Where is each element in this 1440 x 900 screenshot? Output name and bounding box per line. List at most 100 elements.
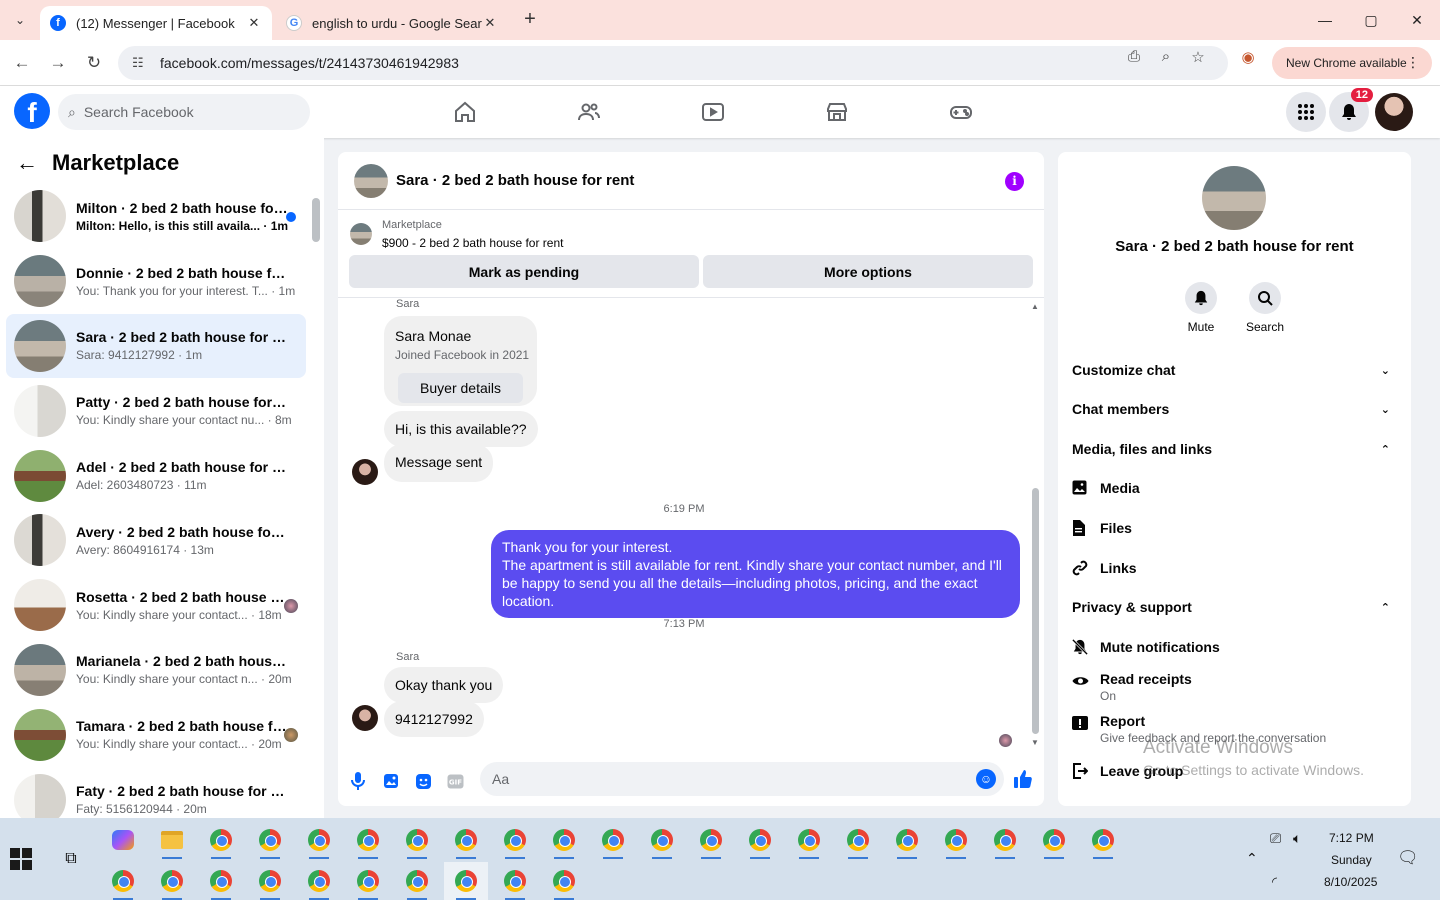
new-chrome-available-button[interactable]: New Chrome available ⋮ <box>1272 47 1432 79</box>
read-receipts-item[interactable]: Read receipts On <box>1072 671 1398 703</box>
nav-gaming-icon[interactable] <box>939 96 983 128</box>
profile-icon[interactable]: ◉ <box>1238 48 1258 68</box>
zoom-icon[interactable]: ⌕ <box>1156 48 1176 68</box>
chrome-icon[interactable] <box>934 821 978 859</box>
microphone-icon[interactable] <box>347 770 369 792</box>
chat-scrollbar[interactable] <box>1032 488 1039 734</box>
sender-avatar[interactable] <box>352 705 378 731</box>
network-device-icon[interactable]: ⎚ <box>1270 830 1281 847</box>
files-item[interactable]: Files <box>1072 520 1398 540</box>
install-app-icon[interactable]: ⎙ <box>1124 48 1144 68</box>
chrome-icon[interactable] <box>101 862 145 900</box>
tab-messenger[interactable]: f (12) Messenger | Facebook ✕ <box>40 6 272 40</box>
tab-google-search[interactable]: G english to urdu - Google Search ✕ <box>276 6 508 40</box>
chrome-icon[interactable] <box>836 821 880 859</box>
facebook-search-input[interactable]: ⌕ Search Facebook <box>58 94 310 130</box>
tab-search-button[interactable]: ⌄ <box>8 8 32 32</box>
chrome-icon[interactable] <box>395 821 439 859</box>
nav-home-icon[interactable] <box>443 96 487 128</box>
menu-grid-icon[interactable] <box>1286 92 1326 132</box>
sticker-icon[interactable] <box>412 770 434 792</box>
incoming-message[interactable]: 9412127992 <box>384 701 484 737</box>
listing-thumbnail[interactable] <box>350 223 372 245</box>
wifi-icon[interactable]: ◜ <box>1272 874 1277 890</box>
chrome-icon[interactable] <box>787 821 831 859</box>
conversation-adel[interactable]: Adel · 2 bed 2 bath house for rent Adel: … <box>6 443 306 508</box>
clock-time[interactable]: 7:12 PM <box>1329 831 1374 845</box>
outgoing-message[interactable]: Thank you for your interest. The apartme… <box>491 530 1020 618</box>
chrome-icon[interactable] <box>640 821 684 859</box>
maximize-button[interactable]: ▢ <box>1348 0 1394 40</box>
conversation-patty[interactable]: Patty · 2 bed 2 bath house for rent You: … <box>6 378 306 443</box>
listing-avatar[interactable] <box>1202 166 1266 230</box>
scroll-up-arrow-icon[interactable]: ▲ <box>1031 302 1039 311</box>
gif-icon[interactable]: GIF <box>444 770 466 792</box>
mark-as-pending-button[interactable]: Mark as pending <box>349 255 699 288</box>
conversation-donnie[interactable]: Donnie · 2 bed 2 bath house for rent You:… <box>6 249 306 314</box>
conversation-avery[interactable]: Avery · 2 bed 2 bath house for rent Avery… <box>6 508 306 573</box>
mute-button[interactable]: Mute <box>1171 282 1231 334</box>
conversation-rosetta[interactable]: Rosetta · 2 bed 2 bath house for rent You… <box>6 573 306 638</box>
chat-avatar[interactable] <box>354 163 388 198</box>
incoming-message[interactable]: Okay thank you <box>384 667 504 703</box>
incoming-message[interactable]: Message sent <box>384 444 494 482</box>
chrome-icon[interactable] <box>493 862 537 900</box>
bookmark-star-icon[interactable]: ☆ <box>1188 48 1208 68</box>
omnibox[interactable]: ☷ facebook.com/messages/t/24143730461942… <box>118 46 1228 80</box>
facebook-logo-icon[interactable]: f <box>14 93 50 129</box>
chat-members-row[interactable]: Chat members ⌄ <box>1072 401 1398 417</box>
copilot-icon[interactable] <box>101 821 145 859</box>
chrome-icon[interactable] <box>738 821 782 859</box>
chrome-icon[interactable] <box>297 821 341 859</box>
chrome-icon[interactable] <box>591 821 635 859</box>
chrome-icon[interactable] <box>542 821 586 859</box>
nav-marketplace-icon[interactable] <box>815 96 859 128</box>
conversation-info-icon[interactable]: i <box>1005 172 1024 191</box>
chrome-icon[interactable] <box>885 821 929 859</box>
task-view-icon[interactable]: ⧉ <box>58 846 84 872</box>
chrome-icon[interactable] <box>248 821 292 859</box>
minimize-button[interactable]: — <box>1302 0 1348 40</box>
customize-chat-row[interactable]: Customize chat ⌄ <box>1072 362 1398 378</box>
chrome-icon[interactable] <box>150 862 194 900</box>
chrome-icon[interactable] <box>248 862 292 900</box>
photo-icon[interactable] <box>380 770 402 792</box>
mute-notifications-item[interactable]: Mute notifications <box>1071 638 1398 659</box>
account-avatar[interactable] <box>1375 93 1413 131</box>
file-explorer-icon[interactable] <box>150 821 194 859</box>
chrome-icon[interactable] <box>444 862 488 900</box>
close-window-button[interactable]: ✕ <box>1394 0 1440 40</box>
windows-start-icon[interactable] <box>10 848 34 872</box>
chevron-up-icon[interactable]: ⌃ <box>1246 850 1258 867</box>
reload-button[interactable]: ↻ <box>82 51 106 75</box>
clock-day[interactable]: Sunday <box>1331 853 1372 867</box>
chrome-icon[interactable] <box>1032 821 1076 859</box>
more-options-button[interactable]: More options <box>703 255 1033 288</box>
chrome-icon[interactable] <box>1081 821 1125 859</box>
sender-avatar[interactable] <box>352 459 378 485</box>
media-item[interactable]: Media <box>1072 480 1398 499</box>
nav-friends-icon[interactable] <box>567 96 611 128</box>
media-files-links-row[interactable]: Media, files and links ⌃ <box>1072 441 1398 457</box>
volume-icon[interactable]: 🔈︎ <box>1293 830 1301 847</box>
chrome-icon[interactable] <box>395 862 439 900</box>
chrome-menu-icon[interactable]: ⋮ <box>1406 54 1420 71</box>
links-item[interactable]: Links <box>1072 560 1398 580</box>
notifications-button[interactable]: 12 <box>1329 88 1373 132</box>
new-tab-button[interactable]: + <box>518 8 542 32</box>
url-text[interactable]: facebook.com/messages/t/2414373046194298… <box>160 55 459 71</box>
chrome-icon[interactable] <box>199 862 243 900</box>
site-settings-icon[interactable]: ☷ <box>132 55 152 71</box>
notification-center-icon[interactable]: 🗨︎ <box>1397 848 1419 868</box>
close-tab-icon[interactable]: ✕ <box>482 15 498 31</box>
privacy-support-row[interactable]: Privacy & support ⌃ <box>1072 599 1398 615</box>
chrome-icon[interactable] <box>297 862 341 900</box>
nav-video-icon[interactable] <box>691 96 735 128</box>
clock-date[interactable]: 8/10/2025 <box>1324 875 1377 889</box>
incoming-message[interactable]: Hi, is this available?? <box>384 411 538 447</box>
chrome-icon[interactable] <box>346 821 390 859</box>
thumbs-up-icon[interactable] <box>1012 768 1034 790</box>
conversation-sara[interactable]: Sara · 2 bed 2 bath house for rent Sara: … <box>6 313 306 379</box>
chat-title[interactable]: Sara · 2 bed 2 bath house for rent <box>396 172 634 189</box>
chrome-icon[interactable] <box>983 821 1027 859</box>
